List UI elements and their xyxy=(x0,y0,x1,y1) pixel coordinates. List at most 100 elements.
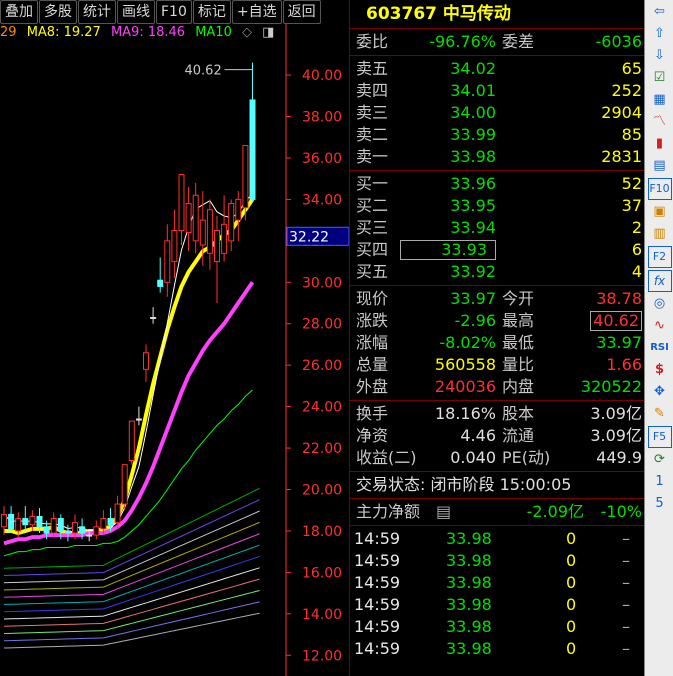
kline-chart[interactable]: 12.00 14.00 16.00 18.00 20.00 22.00 24.00 26.00… xyxy=(0,0,349,676)
net-flow-pct: -10% xyxy=(600,502,642,521)
doc-icon[interactable]: ▣ xyxy=(649,202,671,222)
volume: 85 xyxy=(621,125,642,144)
price: 33.98 xyxy=(450,147,496,166)
tool-sidebar: ⇦ ⇧ ⇩ ☑ ▦ 〽 ▮ ▤ F10 ▣ ▥ F2 fx ◎ ∿ RSI $ … xyxy=(644,0,673,676)
ma-band-line xyxy=(3,533,260,598)
y-tick-label: 12.00 xyxy=(302,648,342,664)
ask-row[interactable]: 卖三 34.00 2904 xyxy=(350,102,644,124)
move-icon[interactable]: ✥ xyxy=(649,382,671,402)
price: 33.92 xyxy=(450,262,496,281)
trade-status: 交易状态: 闭市阶段 15:00:05 xyxy=(356,475,572,494)
value: 3.09亿 xyxy=(590,426,642,445)
tick-direction: – xyxy=(622,551,630,570)
arrow-left-icon[interactable]: ⇦ xyxy=(649,2,671,22)
line-chart-icon[interactable]: 〽 xyxy=(649,112,671,132)
ask-row[interactable]: 卖五 34.02 65 xyxy=(350,58,644,80)
value: 560558 xyxy=(434,355,496,374)
checklist-icon[interactable]: ☑ xyxy=(649,68,671,88)
dollar-icon[interactable]: $ xyxy=(649,360,671,380)
y-tick-label: 40.00 xyxy=(302,68,342,84)
ask-row[interactable]: 卖二 33.99 85 xyxy=(350,124,644,146)
candle-body xyxy=(107,518,114,526)
volume: 2 xyxy=(631,218,642,237)
value: 240036 xyxy=(434,377,496,396)
bid-row[interactable]: 买二 33.95 37 xyxy=(350,195,644,217)
candle-body xyxy=(192,194,199,242)
candle-body xyxy=(86,534,93,537)
candle-body xyxy=(221,223,228,254)
refresh-icon[interactable]: ⟳ xyxy=(649,450,671,470)
fx-icon[interactable]: fx xyxy=(647,270,672,292)
order-ratio-section: 委比 -96.76% 委差 -6036 xyxy=(350,29,644,56)
rsi-icon[interactable]: RSI xyxy=(649,338,671,358)
pen-icon[interactable]: ✎ xyxy=(649,404,671,424)
label: 最低 xyxy=(502,333,535,352)
candle-body xyxy=(228,203,235,242)
ask-row[interactable]: 卖一 33.98 2831 xyxy=(350,146,644,168)
arrow-down-icon[interactable]: ⇩ xyxy=(649,46,671,66)
tick-time: 14:59 xyxy=(354,595,401,614)
grid-icon[interactable]: ▦ xyxy=(649,90,671,110)
label: 卖二 xyxy=(356,125,389,144)
label: 买三 xyxy=(356,218,389,237)
y-tick-label: 20.00 xyxy=(302,483,342,499)
label: 外盘 xyxy=(356,377,389,396)
label: 量比 xyxy=(502,355,535,374)
tick-time: 14:59 xyxy=(354,639,401,658)
label: 买五 xyxy=(356,262,389,281)
label: 内盘 xyxy=(502,377,535,396)
candle-icon[interactable]: ▮ xyxy=(649,134,671,154)
page-icon[interactable]: ▥ xyxy=(649,224,671,244)
quote-panel: 603767 中马传动 委比 -96.76% 委差 -6036 卖五 34.02 6… xyxy=(349,0,644,676)
page-number-5[interactable]: 5 xyxy=(649,494,671,514)
diamond-icon[interactable]: ◇ xyxy=(242,25,252,40)
fund-row: 净资 4.46 流通 3.09亿 xyxy=(350,425,644,447)
fund-row: 换手 18.16% 股本 3.09亿 xyxy=(350,403,644,425)
candle-body xyxy=(178,174,185,231)
price: 33.96 xyxy=(450,174,496,193)
label: 涨跌 xyxy=(356,311,389,330)
bid-row[interactable]: 买五 33.92 4 xyxy=(350,261,644,283)
order-ratio-row: 委比 -96.76% 委差 -6036 xyxy=(350,31,644,53)
label: 卖三 xyxy=(356,103,389,122)
value: -2.96 xyxy=(454,311,496,330)
candle-body xyxy=(43,526,50,534)
y-tick-label: 38.00 xyxy=(302,110,342,126)
tick-direction: – xyxy=(622,573,630,592)
y-tick-label: 22.00 xyxy=(302,441,342,457)
tick-row: 14:59 33.98 0 – xyxy=(350,594,644,616)
panel-toggle-icon[interactable]: ◨ xyxy=(262,25,274,40)
wave-icon[interactable]: ∿ xyxy=(649,316,671,336)
tick-row: 14:59 33.98 0 – xyxy=(350,572,644,594)
ask-row[interactable]: 卖四 34.01 252 xyxy=(350,80,644,102)
bid-row[interactable]: 买一 33.96 52 xyxy=(350,173,644,195)
tick-price: 33.98 xyxy=(446,551,492,570)
label: 流通 xyxy=(502,426,535,445)
current-price-label: 32.22 xyxy=(289,229,329,245)
candle-body xyxy=(8,513,15,530)
value: 449.9 xyxy=(596,448,642,467)
f10-icon[interactable]: F10 xyxy=(647,178,672,200)
page-number-1[interactable]: 1 xyxy=(649,472,671,492)
value: 320522 xyxy=(580,377,642,396)
net-flow-row[interactable]: 主力净额 ▤ -2.09亿 -10% xyxy=(350,501,644,523)
ma-band-line xyxy=(3,578,260,627)
tick-direction: – xyxy=(622,529,630,548)
arrow-up-icon[interactable]: ⇧ xyxy=(649,24,671,44)
label: 今开 xyxy=(502,289,535,308)
candle-body xyxy=(164,240,171,283)
price: 34.00 xyxy=(450,103,496,122)
circle-icon[interactable]: ◎ xyxy=(649,294,671,314)
f5-icon[interactable]: F5 xyxy=(647,426,672,448)
value: 40.62 xyxy=(590,311,642,331)
list-icon[interactable]: ▤ xyxy=(649,156,671,176)
candle-body xyxy=(206,209,213,254)
tick-time: 14:59 xyxy=(354,617,401,636)
bid-row[interactable]: 买四 33.93 6 xyxy=(350,239,644,261)
bid-row[interactable]: 买三 33.94 2 xyxy=(350,217,644,239)
tick-price: 33.98 xyxy=(446,639,492,658)
list-icon[interactable]: ▤ xyxy=(436,501,451,523)
f2-icon[interactable]: F2 xyxy=(647,246,672,268)
trade-status-section: 交易状态: 闭市阶段 15:00:05 xyxy=(350,472,644,499)
value: 3.09亿 xyxy=(590,404,642,423)
